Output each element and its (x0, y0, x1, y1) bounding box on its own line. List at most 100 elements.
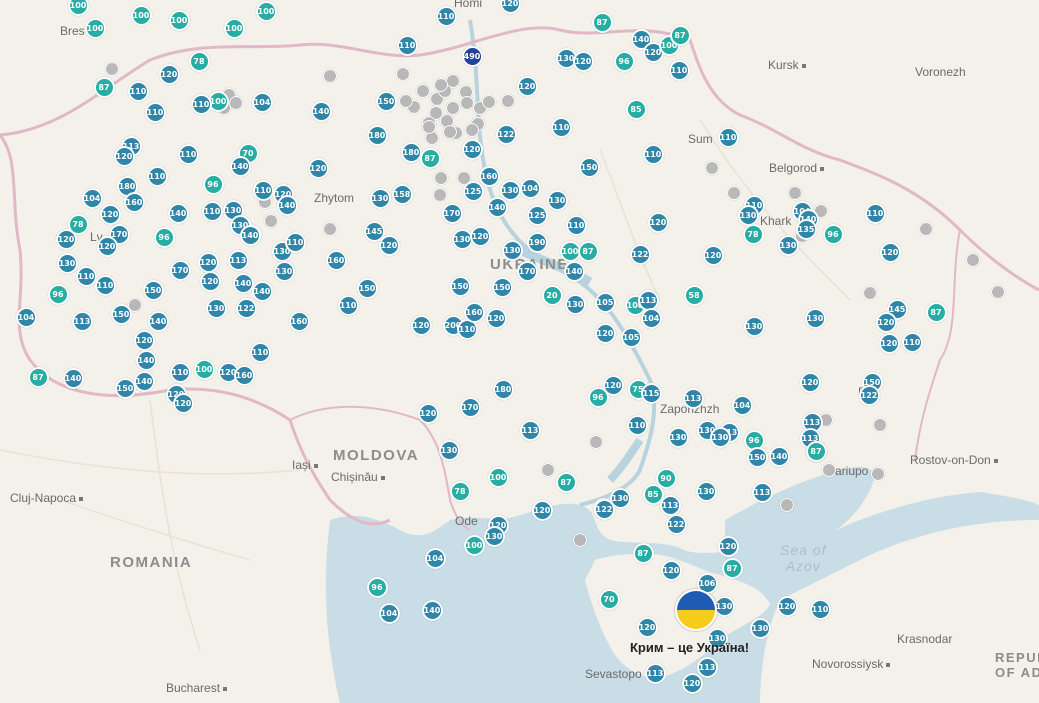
price-marker[interactable]: 110 (337, 294, 359, 316)
price-marker[interactable]: 110 (144, 101, 166, 123)
inactive-marker[interactable] (416, 84, 430, 98)
price-marker[interactable]: 110 (284, 231, 306, 253)
price-marker[interactable]: 120 (531, 499, 553, 521)
price-marker[interactable]: 180 (492, 378, 514, 400)
inactive-marker[interactable] (434, 171, 448, 185)
price-marker[interactable]: 140 (276, 194, 298, 216)
price-marker[interactable]: 140 (239, 224, 261, 246)
price-marker[interactable]: 115 (640, 382, 662, 404)
price-marker[interactable]: 130 (564, 293, 586, 315)
price-marker[interactable]: 158 (391, 183, 413, 205)
price-marker[interactable]: 110 (190, 93, 212, 115)
inactive-marker[interactable] (105, 62, 119, 76)
price-marker[interactable]: 150 (491, 276, 513, 298)
price-marker[interactable]: 120 (378, 234, 400, 256)
price-marker[interactable]: 110 (642, 143, 664, 165)
price-marker[interactable]: 120 (516, 75, 538, 97)
price-marker[interactable]: 96 (202, 173, 224, 195)
price-marker[interactable]: 120 (572, 50, 594, 72)
inactive-marker[interactable] (705, 161, 719, 175)
price-marker[interactable]: 150 (746, 446, 768, 468)
price-marker[interactable]: 160 (233, 364, 255, 386)
price-marker[interactable]: 120 (875, 311, 897, 333)
price-marker[interactable]: 87 (925, 301, 947, 323)
price-marker[interactable]: 130 (205, 297, 227, 319)
price-marker[interactable]: 150 (142, 279, 164, 301)
price-marker[interactable]: 130 (273, 260, 295, 282)
price-marker[interactable]: 170 (516, 260, 538, 282)
price-marker[interactable]: 110 (201, 200, 223, 222)
price-marker[interactable]: 100 (168, 9, 190, 31)
price-marker[interactable]: 130 (56, 252, 78, 274)
price-marker[interactable]: 113 (659, 494, 681, 516)
price-marker[interactable]: 96 (822, 223, 844, 245)
price-marker[interactable]: 104 (519, 177, 541, 199)
price-marker[interactable]: 160 (325, 249, 347, 271)
price-marker[interactable]: 100 (223, 17, 245, 39)
price-marker[interactable]: 130 (804, 307, 826, 329)
price-marker[interactable]: 20 (541, 284, 563, 306)
price-marker[interactable]: 140 (768, 445, 790, 467)
price-marker[interactable]: 120 (485, 307, 507, 329)
inactive-marker[interactable] (465, 123, 479, 137)
price-marker[interactable]: 140 (133, 370, 155, 392)
inactive-marker[interactable] (871, 467, 885, 481)
inactive-marker[interactable] (501, 94, 515, 108)
price-marker[interactable]: 130 (499, 179, 521, 201)
map-view[interactable]: Homi Bres Kursk Voronezh Sum Belgorod Kh… (0, 0, 1039, 703)
price-marker[interactable]: 113 (751, 481, 773, 503)
price-marker[interactable]: 100 (130, 4, 152, 26)
price-marker[interactable]: 120 (799, 371, 821, 393)
price-marker[interactable]: 100 (255, 0, 277, 22)
price-marker[interactable]: 87 (419, 147, 441, 169)
price-marker[interactable]: 105 (594, 291, 616, 313)
price-marker[interactable]: 100 (84, 17, 106, 39)
price-marker[interactable]: 110 (626, 414, 648, 436)
price-marker[interactable]: 113 (519, 419, 541, 441)
inactive-marker[interactable] (919, 222, 933, 236)
price-marker[interactable]: 96 (153, 226, 175, 248)
price-marker[interactable]: 122 (495, 123, 517, 145)
price-marker[interactable]: 87 (591, 11, 613, 33)
price-marker[interactable]: 120 (99, 203, 121, 225)
price-marker[interactable]: 110 (146, 165, 168, 187)
price-marker[interactable]: 120 (197, 251, 219, 273)
inactive-marker[interactable] (229, 96, 243, 110)
price-marker[interactable]: 110 (252, 179, 274, 201)
price-marker[interactable]: 96 (366, 576, 388, 598)
inactive-marker[interactable] (460, 96, 474, 110)
price-marker[interactable]: 110 (864, 202, 886, 224)
price-marker[interactable]: 120 (594, 322, 616, 344)
price-marker[interactable]: 135 (795, 218, 817, 240)
inactive-marker[interactable] (434, 78, 448, 92)
price-marker[interactable]: 140 (232, 272, 254, 294)
price-marker[interactable]: 87 (93, 76, 115, 98)
price-marker[interactable]: 87 (805, 440, 827, 462)
price-marker[interactable]: 140 (486, 196, 508, 218)
price-marker[interactable]: 110 (249, 341, 271, 363)
price-marker[interactable]: 120 (879, 241, 901, 263)
price-marker[interactable]: 180 (400, 141, 422, 163)
price-marker[interactable]: 130 (737, 204, 759, 226)
price-marker[interactable]: 170 (169, 259, 191, 281)
price-marker[interactable]: 120 (96, 235, 118, 257)
price-marker[interactable]: 110 (809, 598, 831, 620)
price-marker[interactable]: 110 (396, 34, 418, 56)
price-marker[interactable]: 110 (127, 80, 149, 102)
price-marker[interactable]: 130 (438, 439, 460, 461)
price-marker[interactable]: 100 (193, 358, 215, 380)
price-marker[interactable]: 150 (578, 156, 600, 178)
price-marker[interactable]: 110 (75, 265, 97, 287)
price-marker[interactable]: 90 (655, 467, 677, 489)
price-marker[interactable]: 78 (742, 223, 764, 245)
price-marker[interactable]: 160 (463, 301, 485, 323)
price-marker[interactable]: 140 (563, 260, 585, 282)
inactive-marker[interactable] (323, 69, 337, 83)
price-marker[interactable]: 190 (526, 231, 548, 253)
price-marker[interactable]: 120 (647, 211, 669, 233)
price-marker[interactable]: 130 (695, 480, 717, 502)
price-marker[interactable]: 150 (449, 275, 471, 297)
price-marker[interactable]: 130 (667, 426, 689, 448)
inactive-marker[interactable] (264, 214, 278, 228)
price-marker[interactable]: 140 (229, 155, 251, 177)
